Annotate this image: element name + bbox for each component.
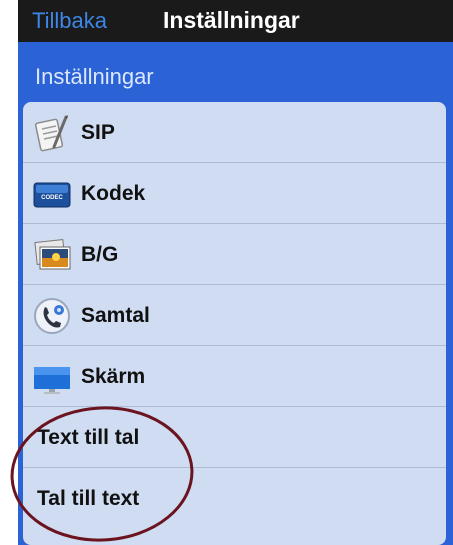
settings-item-skarm[interactable]: Skärm [23,346,446,407]
section-header: Inställningar [35,64,154,89]
settings-item-label: Samtal [81,303,150,327]
phone-icon [31,295,73,337]
settings-item-text-till-tal[interactable]: Text till tal [23,407,446,468]
settings-item-label: SIP [81,120,115,144]
codec-icon-text: CODEC [41,195,63,201]
settings-item-sip[interactable]: SIP [23,102,446,163]
settings-item-label: Kodek [81,181,146,205]
monitor-icon [31,356,73,398]
notepad-icon [31,112,73,154]
photo-icon [31,234,73,276]
settings-list: SIP CODEC Kodek B/G Samtal Skärm Text ti… [23,102,446,545]
codec-icon: CODEC [31,173,73,215]
settings-item-bg[interactable]: B/G [23,224,446,285]
settings-panel: Inställningar SIP CODEC Kodek B/G Samtal… [18,42,453,545]
settings-item-samtal[interactable]: Samtal [23,285,446,346]
settings-item-label: Skärm [81,364,146,388]
settings-item-label: B/G [81,242,119,266]
back-button[interactable]: Tillbaka [32,8,107,34]
settings-item-tal-till-text[interactable]: Tal till text [23,468,446,529]
navigation-bar: Tillbaka Inställningar [18,0,453,42]
settings-item-label: Tal till text [37,486,140,510]
settings-item-kodek[interactable]: CODEC Kodek [23,163,446,224]
settings-item-label: Text till tal [37,425,140,449]
page-title: Inställningar [163,7,300,33]
